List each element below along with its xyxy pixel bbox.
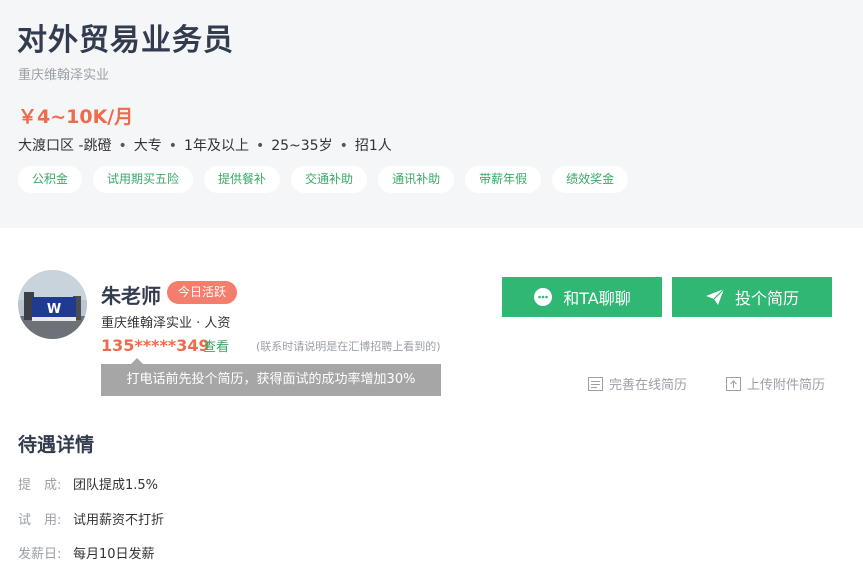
chat-bubble-icon xyxy=(534,288,553,306)
document-icon xyxy=(588,376,603,391)
benefit-tag: 公积金 xyxy=(18,166,83,193)
benefit-tag: 交通补助 xyxy=(291,166,368,193)
detail-value: 团队提成1.5% xyxy=(73,478,159,493)
svg-text:W: W xyxy=(47,302,61,317)
meta-education: 大专 xyxy=(133,138,162,154)
apply-resume-button[interactable]: 投个简历 xyxy=(672,277,832,317)
complete-online-resume-label: 完善在线简历 xyxy=(609,378,688,393)
benefit-tag: 带薪年假 xyxy=(465,166,542,193)
chat-button-label: 和TA聊聊 xyxy=(563,289,631,308)
job-title: 对外贸易业务员 xyxy=(17,23,234,58)
active-badge: 今日活跃 xyxy=(167,281,238,304)
meta-headcount: 招1人 xyxy=(354,138,392,154)
detail-key: 发薪日: xyxy=(18,547,62,562)
detail-row-probation: 试 用: 试用薪资不打折 xyxy=(18,509,164,528)
benefit-tag: 提供餐补 xyxy=(204,166,281,193)
resume-tip-tooltip: 打电话前先投个简历，获得面试的成功率增加30% xyxy=(101,358,441,396)
meta-location: 大渡口区 -跳磴 xyxy=(18,138,112,154)
upload-icon xyxy=(726,376,741,391)
benefit-tags: 公积金 试用期买五险 提供餐补 交通补助 通讯补助 带薪年假 绩效奖金 xyxy=(18,166,639,193)
benefit-detail-title: 待遇详情 xyxy=(18,434,95,456)
meta-experience: 1年及以上 xyxy=(184,138,249,154)
apply-resume-label: 投个简历 xyxy=(734,289,799,308)
recruiter-avatar: W xyxy=(18,270,87,339)
recruiter-phone: 135*****349 xyxy=(101,336,210,355)
upload-resume-label: 上传附件简历 xyxy=(747,378,826,393)
detail-row-commission: 提 成: 团队提成1.5% xyxy=(18,474,158,493)
meta-age: 25~35岁 xyxy=(271,138,333,154)
detail-value: 试用薪资不打折 xyxy=(73,513,165,528)
paper-plane-icon xyxy=(705,288,725,305)
benefit-tag: 通讯补助 xyxy=(378,166,455,193)
recruiter-name: 朱老师 xyxy=(101,284,161,308)
complete-online-resume-link[interactable]: 完善在线简历 xyxy=(588,374,687,393)
contact-note: (联系时请说明是在汇博招聘上看到的) xyxy=(256,340,441,353)
recruiter-company-role: 重庆维翰泽实业 · 人资 xyxy=(101,316,231,331)
benefit-tag: 试用期买五险 xyxy=(93,166,194,193)
benefit-tag: 绩效奖金 xyxy=(552,166,629,193)
salary: ￥4~10K/月 xyxy=(18,106,134,128)
chat-button[interactable]: 和TA聊聊 xyxy=(502,277,662,317)
job-header: 对外贸易业务员 重庆维翰泽实业 ￥4~10K/月 大渡口区 -跳磴 • 大专 • 1年及… xyxy=(0,0,863,228)
detail-row-payday: 发薪日: 每月10日发薪 xyxy=(18,543,155,562)
detail-value: 每月10日发薪 xyxy=(73,547,155,562)
company-name[interactable]: 重庆维翰泽实业 xyxy=(18,64,109,83)
view-phone-link[interactable]: 查看 xyxy=(203,336,229,355)
upload-resume-link[interactable]: 上传附件简历 xyxy=(726,374,825,393)
detail-key: 提 成: xyxy=(18,478,62,493)
job-meta: 大渡口区 -跳磴 • 大专 • 1年及以上 • 25~35岁 • 招1人 xyxy=(18,138,392,154)
detail-key: 试 用: xyxy=(18,513,62,528)
